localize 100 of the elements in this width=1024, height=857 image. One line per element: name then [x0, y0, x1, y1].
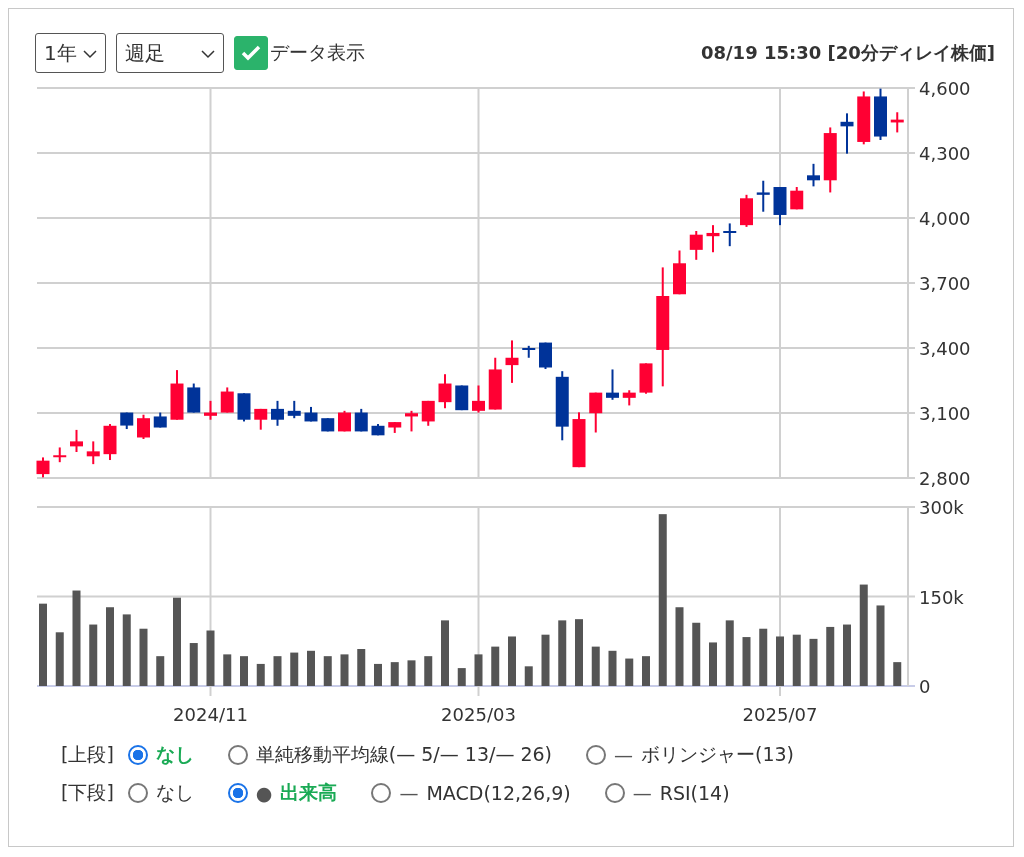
candlestick [673, 250, 686, 295]
candlestick [639, 363, 653, 394]
candlestick [874, 88, 887, 140]
volume-bar [575, 619, 583, 686]
radio-button[interactable] [227, 783, 248, 803]
candlestick [153, 412, 167, 428]
axis-label: 2024/11 [173, 704, 248, 725]
candlestick [890, 112, 904, 133]
radio-button[interactable] [127, 783, 148, 803]
candlestick [823, 127, 837, 193]
volume-bar [55, 632, 64, 686]
row-label: [下段] [61, 780, 114, 805]
volume-bar [893, 662, 902, 686]
volume-bar [273, 656, 282, 686]
radio-button[interactable] [586, 745, 607, 765]
candlestick [170, 370, 184, 420]
candlestick [70, 429, 83, 452]
candlestick [807, 163, 820, 187]
candlestick [438, 374, 452, 409]
volume-bar [206, 630, 215, 686]
candlestick [237, 393, 251, 422]
volume-bar [240, 656, 248, 686]
axis-label: 2,800 [919, 468, 971, 488]
candlestick [488, 357, 502, 410]
candlestick [338, 410, 351, 432]
candlestick [840, 113, 854, 154]
candlestick [622, 390, 636, 406]
candlestick [53, 447, 67, 463]
volume-bar [491, 646, 500, 686]
volume-bar [508, 636, 516, 686]
volume-bar [826, 626, 835, 686]
legend-marker: — [399, 782, 419, 804]
axis-label: 0 [919, 676, 931, 697]
candlestick [505, 340, 519, 383]
volume-bar [474, 654, 483, 686]
period-select[interactable]: 1年 [35, 33, 106, 73]
volume-bar [725, 620, 734, 686]
volume-bar [591, 646, 600, 686]
volume-bar [524, 666, 533, 686]
volume-bar [441, 620, 449, 686]
volume-bar [290, 652, 299, 686]
option-label: RSI(14) [659, 782, 730, 804]
axis-label: 3,700 [919, 273, 971, 294]
candlestick [271, 400, 284, 426]
radio-button[interactable] [371, 783, 392, 803]
volume-bar [809, 638, 818, 686]
legend-marker: ● [255, 782, 273, 804]
candlestick [723, 223, 737, 247]
candlestick [304, 406, 318, 422]
candlestick [220, 387, 234, 413]
volume-bar [156, 656, 165, 686]
candlestick [187, 383, 201, 413]
axis-label: 3,100 [919, 403, 971, 424]
candlestick [421, 400, 435, 426]
volume-bar [89, 624, 98, 686]
volume-bar [642, 656, 650, 686]
volume-bar [407, 660, 416, 686]
candlestick [405, 410, 418, 432]
axis-label: 300k [919, 497, 964, 518]
volume-bar [374, 663, 382, 686]
option-label: MACD(12,26,9) [426, 782, 571, 804]
candlestick [740, 194, 753, 227]
candlestick [572, 412, 586, 468]
chevron-down-icon [82, 49, 97, 59]
axis-label: 4,300 [919, 143, 971, 164]
option-label: ボリンジャー(13) [641, 742, 795, 767]
volume-bar [122, 614, 131, 686]
volume-bar [323, 656, 332, 686]
candlestick [790, 187, 804, 210]
radio-button[interactable] [127, 745, 148, 765]
data-display-checkbox[interactable] [233, 36, 268, 70]
interval-select[interactable]: 週足 [115, 33, 224, 73]
volume-bar [759, 628, 768, 686]
candlestick [589, 392, 603, 433]
volume-bar [692, 622, 701, 686]
volume-bar [608, 650, 617, 686]
option-label: なし [155, 780, 194, 805]
axis-label: 2025/07 [742, 704, 818, 725]
radio-button[interactable] [227, 745, 248, 765]
volume-bar [307, 650, 315, 686]
candlestick [606, 369, 619, 400]
timestamp: 08/19 15:30 [20分ディレイ株価] [701, 41, 995, 65]
candlestick [36, 457, 50, 478]
candlestick [371, 424, 385, 436]
volume-bar [189, 643, 198, 686]
volume-bar [558, 620, 567, 686]
candlestick [137, 414, 150, 439]
axis-label: 2025/03 [441, 704, 516, 725]
volume-bar [139, 628, 148, 686]
volume-bar [709, 642, 717, 686]
radio-button[interactable] [604, 783, 625, 803]
volume-bar [625, 658, 634, 686]
candlestick [472, 385, 485, 413]
axis-label: 4,600 [919, 78, 971, 99]
candlestick [756, 180, 770, 212]
candlestick [103, 424, 117, 460]
candlestick [86, 441, 100, 465]
axis-label: 4,000 [919, 208, 971, 229]
volume-bar [776, 636, 784, 686]
option-label: なし [155, 742, 194, 767]
